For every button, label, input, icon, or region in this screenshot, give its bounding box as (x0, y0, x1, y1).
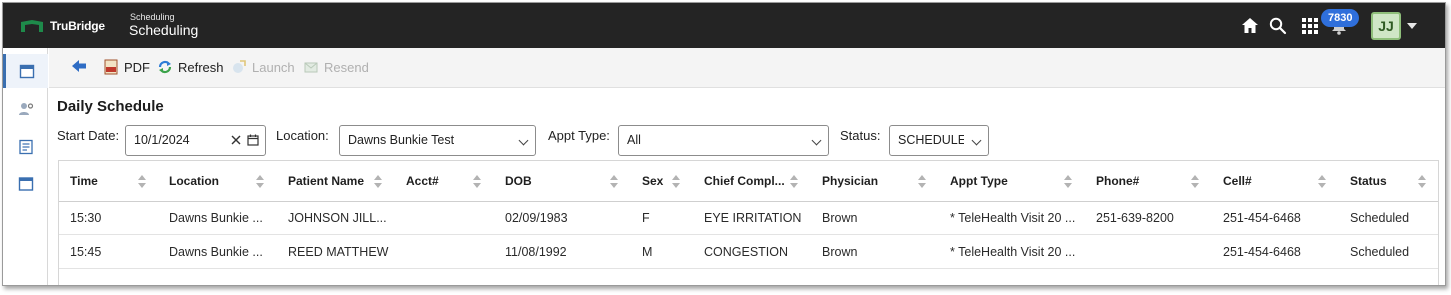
cell-chief-complaint: EYE IRRITATION (704, 211, 802, 225)
action-toolbar: PDF Refresh Launch Resend (49, 48, 1445, 88)
cell-location: Dawns Bunkie ... (169, 245, 263, 259)
start-date-label: Start Date: (57, 128, 120, 143)
cell-sex: M (642, 245, 653, 259)
appt-type-label: Appt Type: (548, 128, 610, 143)
sort-arrows-icon[interactable] (610, 175, 618, 188)
status-label: Status: (840, 128, 881, 143)
cell-cell-phone: 251-454-6468 (1223, 211, 1301, 225)
sort-arrows-icon[interactable] (256, 175, 264, 188)
sort-arrows-icon[interactable] (1418, 175, 1426, 188)
cell-status: Scheduled (1350, 211, 1410, 225)
users-gear-icon (18, 103, 33, 115)
clear-date-icon[interactable] (231, 135, 241, 145)
cell-cell-phone: 251-454-6468 (1223, 245, 1301, 259)
sort-arrows-icon[interactable] (138, 175, 146, 188)
app-title: Scheduling (129, 22, 199, 38)
start-date-field[interactable]: 10/1/2024 (125, 125, 266, 156)
start-date-value: 10/1/2024 (134, 133, 190, 147)
launch-icon (233, 60, 246, 73)
rail-item-window[interactable] (3, 167, 48, 201)
resend-label: Resend (324, 59, 369, 75)
cell-location: Dawns Bunkie ... (169, 211, 263, 225)
table-row[interactable]: 15:45 Dawns Bunkie ... REED MATTHEW 11/0… (59, 236, 1438, 269)
report-icon (18, 139, 33, 155)
back-arrow-icon (72, 60, 86, 72)
appt-type-select[interactable]: All (618, 125, 829, 156)
launch-label: Launch (252, 59, 295, 75)
sort-arrows-icon[interactable] (1064, 175, 1072, 188)
sort-arrows-icon[interactable] (790, 175, 798, 188)
cell-appt-type: * TeleHealth Visit 20 ... (950, 211, 1076, 225)
table-row[interactable]: 15:30 Dawns Bunkie ... JOHNSON JILL... 0… (59, 202, 1438, 235)
cell-dob: 02/09/1983 (505, 211, 568, 225)
sort-arrows-icon[interactable] (374, 175, 382, 188)
column-header-sex[interactable]: Sex (631, 161, 693, 202)
page-title: Daily Schedule (57, 98, 164, 115)
refresh-label: Refresh (178, 59, 224, 75)
pdf-icon (104, 59, 118, 75)
location-select[interactable]: Dawns Bunkie Test (339, 125, 536, 156)
refresh-icon (158, 60, 172, 74)
rail-item-users[interactable] (3, 92, 48, 126)
cell-acct (395, 202, 494, 235)
status-select[interactable]: SCHEDULED (889, 125, 989, 156)
sort-arrows-icon[interactable] (672, 175, 680, 188)
pdf-button[interactable]: PDF (103, 59, 150, 75)
sort-arrows-icon[interactable] (918, 175, 926, 188)
user-menu-caret-icon[interactable] (1407, 23, 1417, 29)
cell-acct (395, 236, 494, 269)
launch-button[interactable]: Launch (231, 59, 295, 75)
rail-item-calendar[interactable] (3, 54, 48, 88)
resend-icon (304, 62, 318, 73)
user-avatar[interactable]: JJ (1371, 12, 1401, 40)
cell-patient-name: JOHNSON JILL... (288, 211, 387, 225)
trubridge-logo-icon (21, 20, 43, 32)
home-icon[interactable] (1240, 16, 1260, 36)
app-window: TruBridge Scheduling Scheduling 7830 JJ (2, 2, 1446, 286)
cell-patient-name: REED MATTHEW (288, 245, 389, 259)
top-header: TruBridge Scheduling Scheduling 7830 JJ (3, 3, 1445, 48)
schedule-table: Time Location Patient Name Acct# DOB Sex… (58, 160, 1439, 285)
cell-physician: Brown (822, 245, 858, 259)
sort-arrows-icon[interactable] (473, 175, 481, 188)
calendar-picker-icon[interactable] (247, 134, 259, 146)
cell-chief-complaint: CONGESTION (704, 245, 789, 259)
location-value: Dawns Bunkie Test (348, 133, 455, 147)
search-icon[interactable] (1268, 16, 1288, 36)
cell-physician: Brown (822, 211, 858, 225)
sort-arrows-icon[interactable] (1318, 175, 1326, 188)
sort-arrows-icon[interactable] (1191, 175, 1199, 188)
cell-phone: 251-639-8200 (1096, 211, 1174, 225)
pdf-label: PDF (124, 59, 150, 75)
status-value: SCHEDULED (898, 133, 964, 147)
location-label: Location: (276, 128, 329, 143)
refresh-button[interactable]: Refresh (157, 59, 224, 75)
cell-dob: 11/08/1992 (505, 245, 567, 259)
table-header-row: Time Location Patient Name Acct# DOB Sex… (59, 161, 1438, 202)
cell-phone (1085, 236, 1212, 269)
rail-item-report[interactable] (3, 130, 48, 164)
notification-count-badge[interactable]: 7830 (1321, 9, 1360, 27)
left-nav-rail (3, 48, 48, 285)
chevron-down-icon (518, 135, 529, 146)
resend-button[interactable]: Resend (303, 59, 369, 75)
window-icon (18, 177, 33, 191)
cell-appt-type: * TeleHealth Visit 20 ... (950, 245, 1076, 259)
chevron-down-icon (971, 135, 982, 146)
apps-grid-icon[interactable] (1300, 16, 1320, 36)
appt-type-value: All (627, 133, 641, 147)
back-button[interactable] (71, 59, 87, 73)
calendar-icon (19, 64, 35, 79)
chevron-down-icon (811, 135, 822, 146)
app-category: Scheduling (130, 12, 175, 22)
cell-sex: F (642, 211, 650, 225)
brand-name: TruBridge (50, 19, 105, 33)
cell-status: Scheduled (1350, 245, 1410, 259)
cell-time: 15:30 (70, 211, 102, 225)
cell-time: 15:45 (70, 245, 102, 259)
